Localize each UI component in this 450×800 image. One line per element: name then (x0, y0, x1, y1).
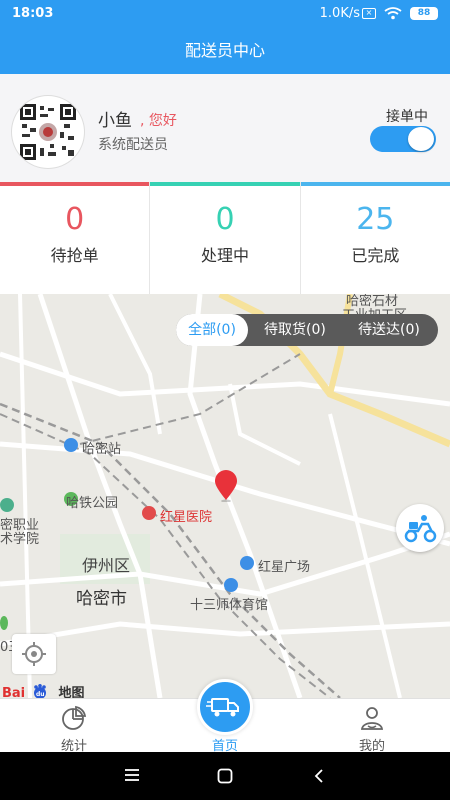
hospital-icon (142, 506, 156, 520)
svg-text:Bai: Bai (2, 686, 25, 698)
menu-icon[interactable] (124, 768, 140, 782)
wifi-icon (384, 7, 402, 20)
crosshair-icon (22, 642, 46, 666)
nav-stats[interactable]: 统计 (34, 699, 114, 754)
stat-label: 处理中 (200, 246, 249, 265)
scooter-icon (404, 515, 437, 543)
pie-chart-icon (62, 705, 87, 730)
system-nav-bar (0, 752, 450, 800)
stat-color-bar (150, 182, 300, 186)
map-logo-text: 地图 (58, 686, 85, 698)
user-profile-icon (360, 707, 384, 730)
app-root: 18:03 1.0K/s × 88 配送员中心 小鱼 , 您好 系统配送员 接单… (0, 0, 450, 800)
stat-processing[interactable]: 0 处理中 (150, 182, 301, 294)
svg-text:du: du (36, 691, 45, 698)
rider-scooter-button[interactable] (396, 504, 444, 552)
school-icon (0, 498, 14, 512)
avatar-qr-code[interactable] (12, 96, 84, 168)
stat-color-bar (0, 182, 150, 186)
filter-to-deliver[interactable]: 待送达(0) (358, 314, 420, 346)
greeting-text: , 您好 (140, 113, 177, 129)
status-time: 18:03 (12, 6, 54, 21)
stat-label: 已完成 (351, 246, 400, 265)
location-pin-icon[interactable] (213, 470, 239, 502)
toggle-knob (408, 127, 434, 151)
baidu-map-logo: Bai du 地图 (2, 682, 85, 698)
bottom-nav: 统计 首页 我的 (0, 679, 450, 754)
user-name: 小鱼 (98, 111, 132, 131)
stat-label: 待抢单 (50, 246, 99, 265)
user-role: 系统配送员 (98, 137, 168, 153)
nav-home[interactable]: 首页 (185, 699, 265, 754)
stat-count: 0 (215, 202, 235, 237)
map-view[interactable]: 哈密石材 工业加工区 哈密站 哈铁公园 密职业 术学院 红星医院 伊州区 哈密市… (0, 294, 450, 698)
stat-count: 0 (65, 202, 85, 237)
profile-card: 小鱼 , 您好 系统配送员 接单中 (0, 74, 450, 182)
map-label-plaza: 红星广场 (258, 560, 311, 575)
nav-mine[interactable]: 我的 (332, 699, 412, 754)
network-speed: 1.0K/s (319, 6, 360, 21)
sim-off-icon: × (362, 8, 376, 19)
order-filter-bar: 全部(0) 待取货(0) 待送达(0) (176, 314, 438, 346)
stat-pending-grab[interactable]: 0 待抢单 (0, 182, 151, 294)
map-label-park: 哈铁公园 (66, 496, 119, 511)
map-label-district: 伊州区 (82, 556, 131, 575)
map-label-hospital: 红星医院 (160, 510, 213, 525)
qr-code-icon (20, 104, 76, 160)
home-square-icon[interactable] (217, 768, 233, 784)
station-icon (64, 438, 78, 452)
plaza-icon (240, 556, 254, 570)
locate-me-button[interactable] (12, 634, 56, 674)
stat-color-bar (300, 182, 450, 186)
accept-orders-toggle[interactable] (370, 126, 436, 152)
battery-icon: 88 (410, 7, 438, 20)
stadium-icon (224, 578, 238, 592)
status-bar: 18:03 1.0K/s × 88 (0, 0, 450, 28)
stat-completed[interactable]: 25 已完成 (300, 182, 450, 294)
map-label-stadium: 十三师体育馆 (190, 598, 269, 613)
map-label-school: 术学院 (0, 532, 40, 547)
stat-count: 25 (356, 202, 395, 237)
baidu-logo-mark: Bai du (2, 684, 46, 698)
edge-poi-icon (0, 616, 8, 630)
page-title: 配送员中心 (0, 28, 450, 74)
accept-orders-label: 接单中 (386, 109, 428, 125)
map-label-station: 哈密站 (82, 442, 122, 457)
filter-to-pickup[interactable]: 待取货(0) (264, 314, 326, 346)
filter-all[interactable]: 全部(0) (176, 314, 248, 346)
map-label-city: 哈密市 (76, 589, 127, 609)
order-stats: 0 待抢单 0 处理中 25 已完成 (0, 182, 450, 294)
back-icon[interactable] (312, 768, 326, 784)
